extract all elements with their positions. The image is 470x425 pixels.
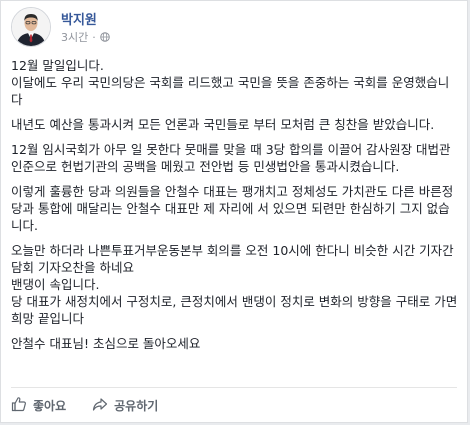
share-label: 공유하기 (114, 398, 159, 413)
thumbs-up-icon (11, 396, 33, 415)
action-divider (11, 387, 457, 388)
post-paragraph: 이렇게 훌륭한 당과 의원들을 안철수 대표는 팽개치고 정체성도 가치관도 다… (11, 184, 454, 233)
post-time[interactable]: 3시간 (61, 29, 88, 45)
author-name[interactable]: 박지원 (61, 9, 97, 28)
post-paragraph: 12월 말일입니다. 이달에도 우리 국민의당은 국회를 리드했고 국민을 뜻을… (11, 58, 450, 107)
share-button[interactable]: 공유하기 (92, 396, 158, 415)
like-label: 좋아요 (33, 398, 67, 413)
share-icon (92, 396, 114, 415)
post-paragraph: 안철수 대표님! 초심으로 돌아오세요 (11, 336, 201, 351)
like-button[interactable]: 좋아요 (11, 396, 66, 415)
post-paragraph: 12월 임시국회가 아무 일 못한다 뭇매를 맞을 때 3당 합의를 이끌어 감… (11, 142, 455, 174)
post-actions: 좋아요 공유하기 (11, 393, 184, 417)
post-meta: 3시간 · (61, 29, 110, 45)
globe-icon[interactable] (99, 32, 110, 42)
post-body: 12월 말일입니다. 이달에도 우리 국민의당은 국회를 리드했고 국민을 뜻을… (11, 57, 459, 360)
post-card: 박지원 3시간 · 12월 말일입니다. 이달에도 우리 국민의당은 국회를 리… (0, 0, 468, 423)
author-avatar[interactable] (11, 7, 51, 47)
post-paragraph: 오늘만 하더라 나쁜투표거부운동본부 회의를 오전 10시에 한다니 비슷한 시… (11, 243, 458, 326)
post-paragraph: 내년도 예산을 통과시켜 모든 언론과 국민들로 부터 모처럼 큰 칭찬을 받았… (11, 117, 435, 132)
meta-separator: · (92, 30, 96, 44)
